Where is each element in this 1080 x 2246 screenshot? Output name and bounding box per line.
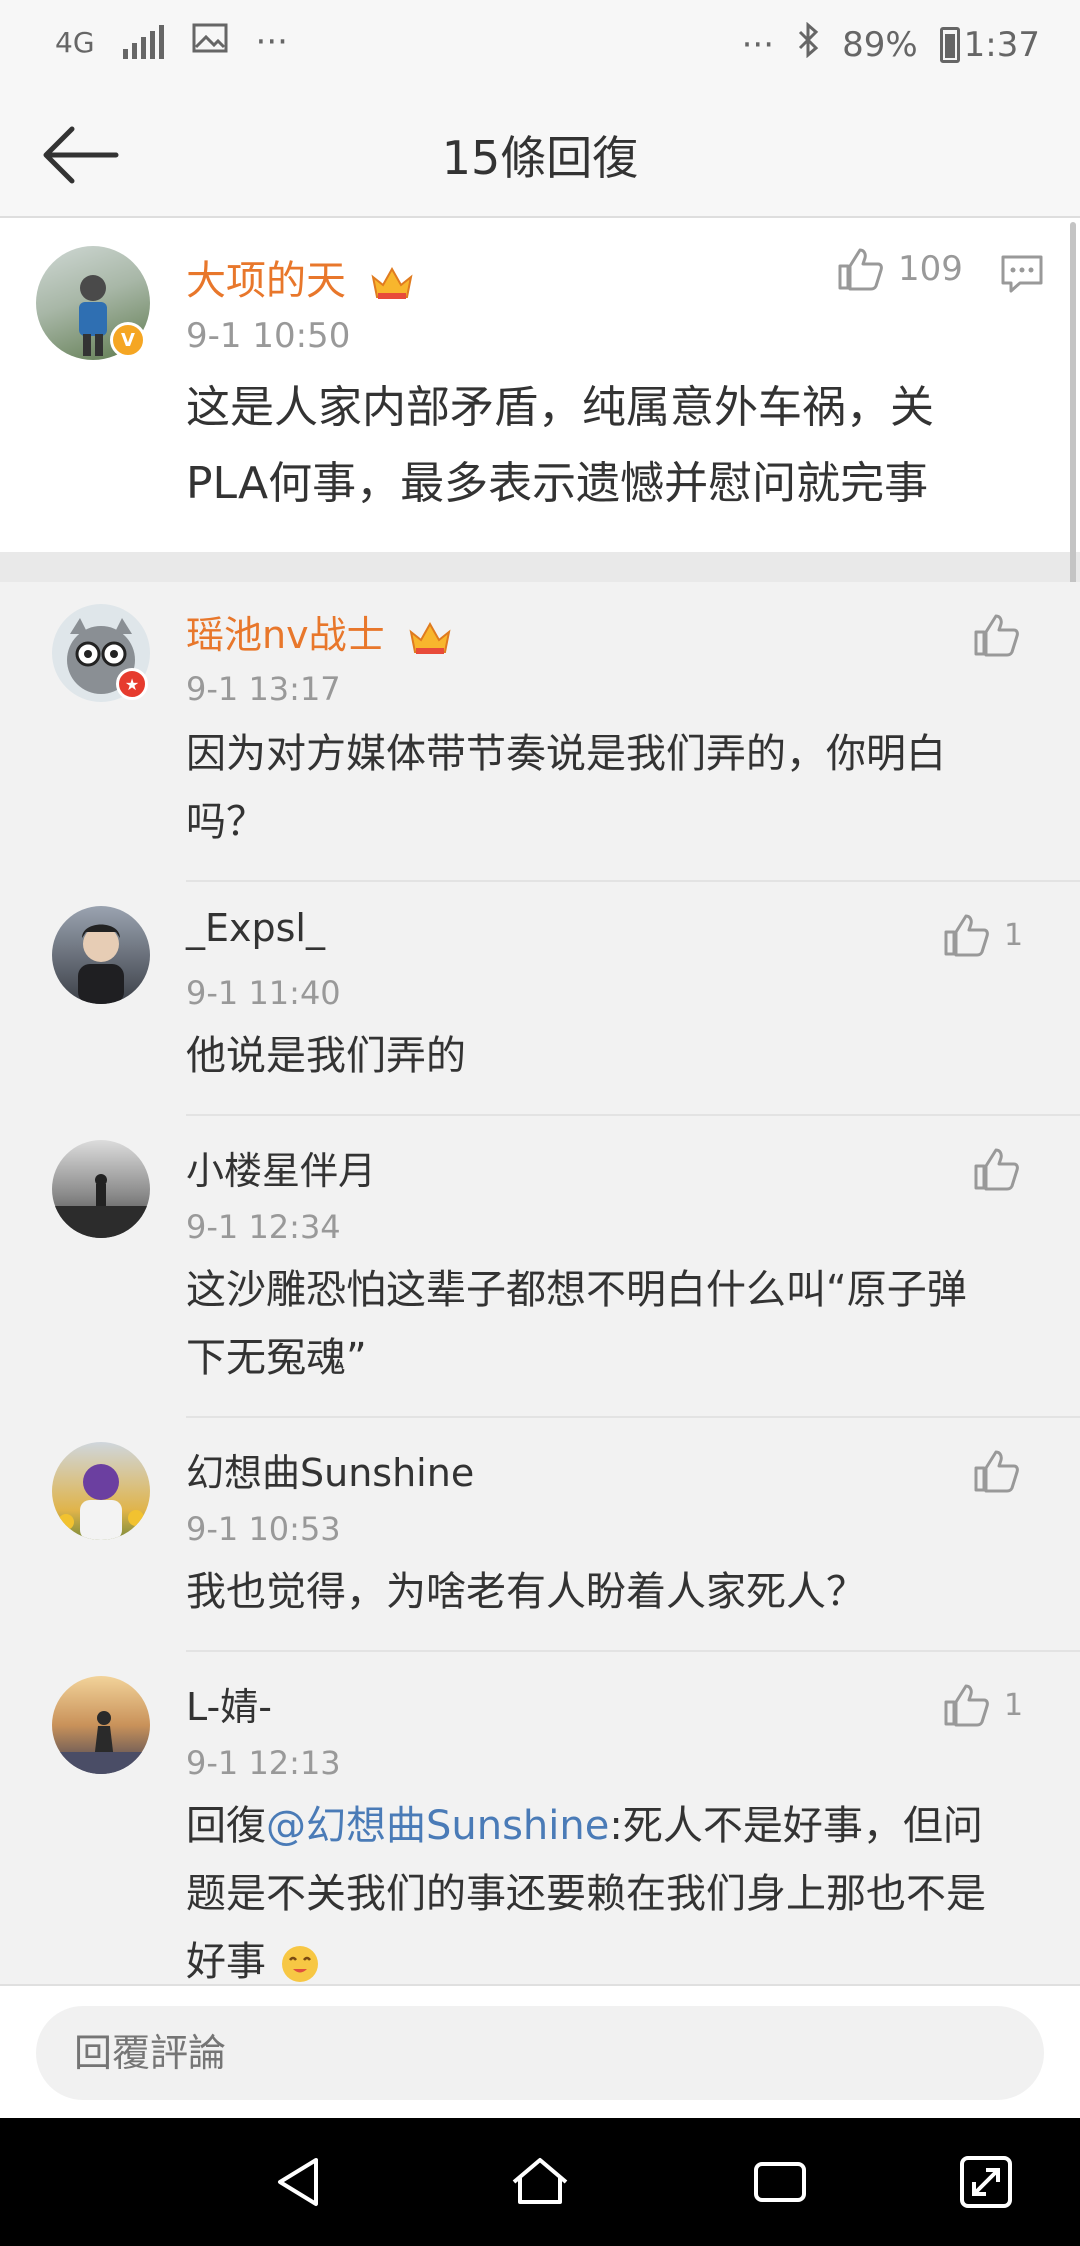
nav-recents-button[interactable] — [750, 2152, 810, 2212]
like-button[interactable]: 1 — [942, 912, 1023, 958]
list-item: L-婧- 9-1 12:13 1 回復@幻想曲Sunshine:死人不是好事，但… — [0, 1652, 1080, 1984]
more-icon: ··· — [255, 22, 288, 62]
reply-button[interactable] — [1000, 254, 1044, 298]
thumbs-up-icon — [974, 1450, 1019, 1493]
comment-text: 我也觉得，为啥老有人盼着人家死人？ — [186, 1569, 866, 1615]
mention-link[interactable]: @幻想曲Sunshine — [266, 1803, 609, 1849]
official-badge: ★ — [116, 668, 148, 700]
list-item: 幻想曲Sunshine 9-1 10:53 我也觉得，为啥老有人盼着人家死人？ — [0, 1418, 1080, 1652]
like-button[interactable] — [972, 612, 1034, 658]
main-comment: V 大项的天 9-1 10:50 109 这是人家内部矛盾，纯属意外车祸，关 P… — [0, 218, 1080, 552]
status-left: 4G ··· — [55, 22, 288, 62]
comment-text: 回復@幻想曲Sunshine:死人不是好事，但问 题是不关我们的事还要赖在我们身… — [186, 1803, 986, 1984]
author-row: _Expsl_ — [186, 906, 325, 950]
comment-text: 他说是我们弄的 — [186, 1033, 466, 1079]
like-count: 109 — [898, 249, 963, 289]
author-row: 瑶池nv战士 — [186, 604, 453, 659]
avatar[interactable] — [52, 1140, 150, 1238]
author-name[interactable]: 大项的天 — [186, 258, 346, 304]
like-button[interactable] — [972, 1146, 1034, 1192]
battery-percent: 89% — [842, 24, 918, 65]
thumbs-up-icon — [974, 1148, 1019, 1191]
reply-list: ★ 瑶池nv战士 9-1 13:17 因为对方媒体带节奏说是我们弄的，你明白 吗… — [0, 582, 1080, 1984]
like-count: 1 — [1004, 1687, 1024, 1723]
comment-time: 9-1 10:53 — [186, 1510, 341, 1548]
navigation-bar — [0, 2118, 1080, 2246]
author-row: 大项的天 — [186, 248, 415, 306]
author-name[interactable]: _Expsl_ — [186, 906, 325, 950]
clock: 1:37 — [963, 24, 1040, 65]
expand-icon — [960, 2156, 1012, 2208]
comment-time: 9-1 12:34 — [186, 1208, 341, 1246]
status-right: ··· 89% 1:37 — [741, 21, 1040, 67]
nav-expand-button[interactable] — [956, 2152, 1016, 2212]
author-name[interactable]: 幻想曲Sunshine — [186, 1451, 474, 1495]
verified-badge: V — [110, 322, 146, 358]
author-row: 小楼星伴月 — [186, 1140, 376, 1195]
reply-bar — [0, 1984, 1080, 2118]
like-button[interactable] — [972, 1448, 1034, 1494]
comment-icon — [1001, 255, 1043, 293]
avatar[interactable] — [52, 1676, 150, 1774]
back-triangle-icon — [278, 2158, 318, 2206]
image-icon — [192, 22, 228, 62]
bluetooth-icon — [796, 21, 820, 67]
emoji-icon — [281, 1946, 318, 1982]
like-button[interactable]: 109 — [836, 246, 963, 292]
like-count: 1 — [1004, 917, 1024, 953]
author-row: 幻想曲Sunshine — [186, 1442, 474, 1497]
crown-icon — [409, 621, 451, 654]
avatar[interactable] — [52, 906, 150, 1004]
list-item: _Expsl_ 9-1 11:40 1 他说是我们弄的 — [0, 882, 1080, 1116]
comment-time: 9-1 13:17 — [186, 670, 341, 708]
comment-text: 这是人家内部矛盾，纯属意外车祸，关 PLA何事，最多表示遗憾并慰问就完事 — [186, 382, 934, 509]
comment-text: 因为对方媒体带节奏说是我们弄的，你明白 吗？ — [186, 731, 946, 845]
nav-back-button[interactable] — [270, 2152, 330, 2212]
section-divider — [0, 552, 1080, 582]
thumbs-up-icon — [944, 914, 989, 957]
status-bar: 4G ··· ··· 89% 1:37 — [0, 0, 1080, 90]
network-type: 4G — [55, 25, 95, 59]
comment-text: 这沙雕恐怕这辈子都想不明白什么叫“原子弹 下无冤魂” — [186, 1267, 967, 1381]
nav-home-button[interactable] — [510, 2152, 570, 2212]
comment-time: 9-1 10:50 — [186, 316, 351, 356]
like-button[interactable]: 1 — [942, 1682, 1023, 1728]
reply-input[interactable] — [36, 2006, 1044, 2100]
thumbs-up-icon — [838, 248, 883, 291]
crown-icon — [371, 266, 413, 299]
avatar[interactable] — [52, 1442, 150, 1540]
page-title: 15條回復 — [441, 131, 639, 185]
signal-icon — [122, 25, 164, 59]
author-name[interactable]: 瑶池nv战士 — [186, 613, 385, 657]
author-row: L-婧- — [186, 1676, 272, 1731]
home-icon — [512, 2158, 568, 2204]
more-icon: ··· — [741, 24, 775, 65]
list-item: 小楼星伴月 9-1 12:34 这沙雕恐怕这辈子都想不明白什么叫“原子弹 下无冤… — [0, 1116, 1080, 1418]
thumbs-up-icon — [974, 614, 1019, 657]
author-name[interactable]: L-婧- — [186, 1685, 272, 1729]
comment-time: 9-1 11:40 — [186, 974, 341, 1012]
battery-icon — [939, 26, 960, 63]
header: 15條回復 — [0, 90, 1080, 218]
thumbs-up-icon — [944, 1684, 989, 1727]
list-item: ★ 瑶池nv战士 9-1 13:17 因为对方媒体带节奏说是我们弄的，你明白 吗… — [0, 582, 1080, 882]
author-name[interactable]: 小楼星伴月 — [186, 1149, 376, 1193]
recents-icon — [754, 2162, 806, 2202]
comment-time: 9-1 12:13 — [186, 1744, 341, 1782]
